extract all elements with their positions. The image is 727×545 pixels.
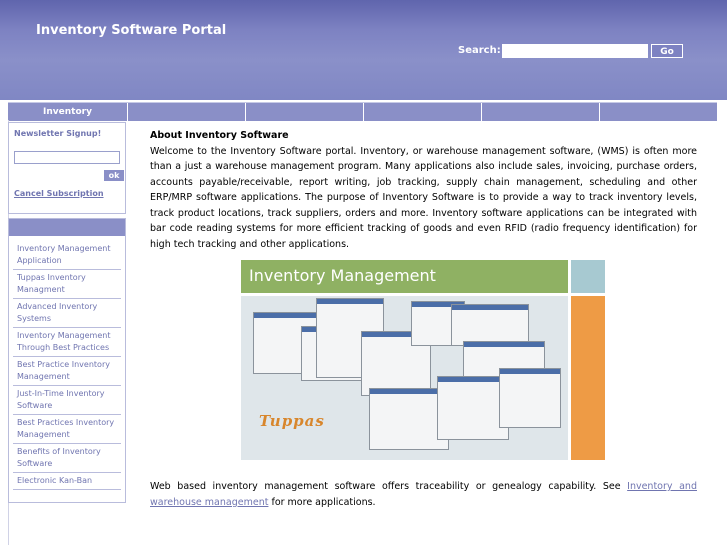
sidebar-link[interactable]: Best Practice Inventory Management (13, 357, 121, 386)
search-label: Search: (458, 45, 501, 56)
main-content: About Inventory Software Welcome to the … (150, 128, 697, 252)
newsletter-box: Newsletter Signup! ok Cancel Subscriptio… (8, 122, 126, 214)
tab-3[interactable] (246, 103, 364, 121)
sidebar-links-box: Inventory Management Application Tuppas … (8, 218, 126, 503)
sidebar-links-header (9, 219, 125, 236)
search-input[interactable] (502, 44, 648, 58)
sidebar-link[interactable]: Inventory Management Application (13, 241, 121, 270)
site-title[interactable]: Inventory Software Portal (36, 23, 226, 38)
tab-2[interactable] (128, 103, 246, 121)
newsletter-email-input[interactable] (14, 151, 120, 164)
screenshots-collage: Tuppas (241, 296, 568, 460)
sidebar-link[interactable]: Best Practices Inventory Management (13, 415, 121, 444)
sidebar-link[interactable]: Inventory Management Through Best Practi… (13, 328, 121, 357)
banner-title-bar: Inventory Management (241, 260, 568, 293)
sidebar-link[interactable]: Benefits of Inventory Software (13, 444, 121, 473)
sidebar-link[interactable]: Advanced Inventory Systems (13, 299, 121, 328)
tab-6[interactable] (600, 103, 717, 121)
screenshot-thumb (499, 368, 561, 428)
banner-accent-square (571, 260, 605, 293)
sidebar-link[interactable]: Just-In-Time Inventory Software (13, 386, 121, 415)
cancel-subscription-link[interactable]: Cancel Subscription (14, 189, 104, 198)
tab-4[interactable] (364, 103, 482, 121)
banner-title: Inventory Management (249, 266, 436, 285)
tab-5[interactable] (482, 103, 600, 121)
screenshot-thumb (451, 304, 529, 346)
intro-paragraph: Welcome to the Inventory Software portal… (150, 145, 697, 250)
banner-accent-bar (571, 296, 605, 460)
footer-text-start: Web based inventory management software … (150, 481, 628, 492)
sidebar-links-list: Inventory Management Application Tuppas … (9, 241, 125, 490)
nav-bar: Inventory (8, 102, 717, 121)
footer-paragraph: Web based inventory management software … (150, 479, 697, 510)
inventory-banner: Inventory Management Tuppas (241, 260, 605, 460)
sidebar-link[interactable]: Electronic Kan-Ban (13, 473, 121, 490)
page-title: About Inventory Software (150, 130, 289, 141)
sidebar-link[interactable]: Tuppas Inventory Managment (13, 270, 121, 299)
go-button[interactable]: Go (651, 44, 683, 58)
footer-text-end: for more applications. (268, 496, 376, 508)
tab-inventory[interactable]: Inventory (8, 103, 128, 121)
newsletter-ok-button[interactable]: ok (104, 170, 124, 181)
newsletter-title: Newsletter Signup! (14, 129, 102, 138)
site-header: Inventory Software Portal Search: Go (0, 0, 727, 100)
tuppas-logo: Tuppas (259, 412, 325, 430)
